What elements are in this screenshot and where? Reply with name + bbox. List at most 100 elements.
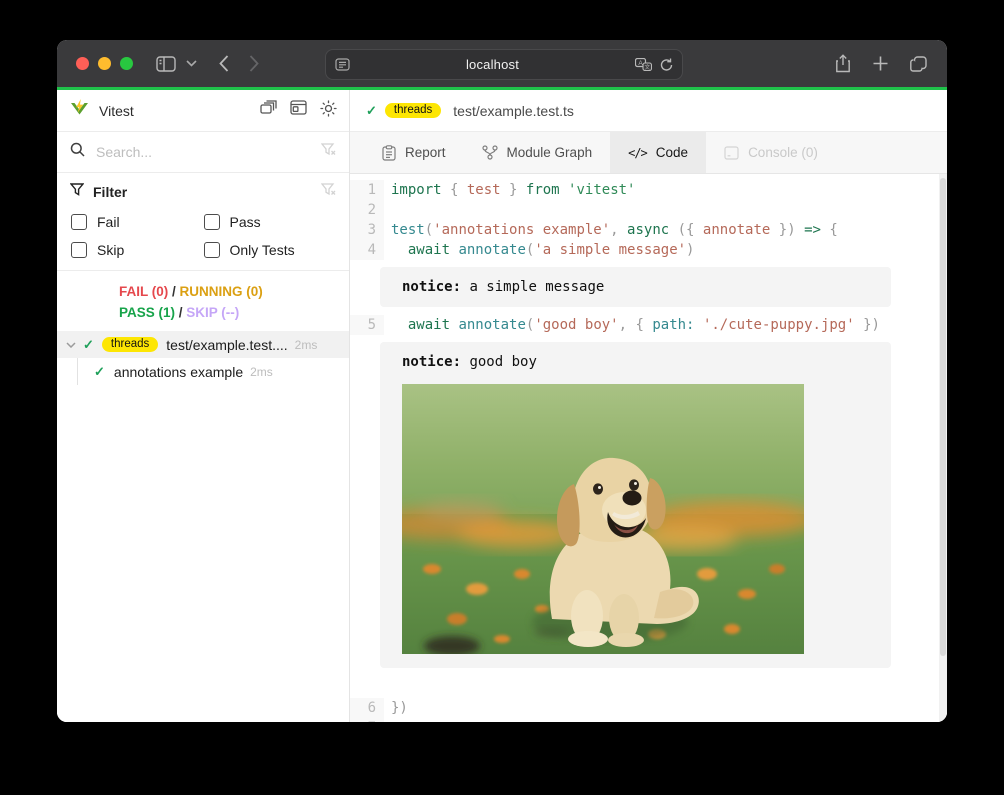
address-bar[interactable]: localhost A 文 [325, 49, 683, 80]
pool-badge: threads [385, 103, 441, 118]
line-number: 6 [350, 698, 384, 718]
pass-check-icon: ✓ [94, 364, 105, 380]
search-input[interactable]: Search... [96, 144, 321, 160]
zoom-window-button[interactable] [120, 57, 133, 70]
module-graph-icon [482, 145, 498, 160]
dashboard-icon[interactable] [290, 100, 307, 122]
test-case-row[interactable]: ✓ annotations example 2ms [57, 358, 349, 385]
line-number: 1 [350, 180, 384, 200]
code-line: 1import { test } from 'vitest' [350, 180, 939, 200]
pass-check-icon: ✓ [366, 103, 377, 119]
line-number: 5 [350, 315, 384, 335]
reload-icon[interactable] [660, 58, 673, 72]
tab-module-graph[interactable]: Module Graph [464, 132, 611, 173]
console-icon [724, 146, 739, 160]
chevron-down-icon[interactable] [186, 60, 197, 67]
checkbox-label: Only Tests [230, 242, 295, 258]
vitest-logo-icon [69, 98, 90, 123]
minimize-window-button[interactable] [98, 57, 111, 70]
pass-count: PASS (1) [119, 305, 175, 320]
page-settings-icon[interactable] [335, 58, 350, 71]
running-count: RUNNING (0) [180, 284, 263, 299]
back-button[interactable] [219, 55, 229, 72]
pool-badge: threads [102, 337, 158, 352]
code-line: 4 await annotate('a simple message') [350, 240, 939, 260]
tab-code[interactable]: </> Code [610, 132, 706, 173]
pass-check-icon: ✓ [83, 337, 94, 353]
code-line: 6}) [350, 698, 939, 718]
filter-checkbox-fail[interactable]: Fail [71, 214, 204, 230]
scrollbar-thumb[interactable] [940, 178, 946, 656]
test-file-duration: 2ms [295, 338, 318, 352]
clear-filter-icon[interactable] [321, 183, 336, 201]
sidebar: Vitest [57, 90, 350, 722]
share-icon[interactable] [835, 54, 851, 73]
line-number: 7 [350, 718, 384, 722]
checkbox-label: Pass [230, 214, 261, 230]
file-path: test/example.test.ts [453, 103, 574, 119]
test-case-duration: 2ms [250, 365, 273, 379]
tab-console[interactable]: Console (0) [706, 132, 836, 173]
annotation-notice: notice: a simple message [380, 267, 891, 307]
checkbox-label: Skip [97, 242, 124, 258]
tab-report[interactable]: Report [364, 132, 464, 173]
code-text: await annotate('good boy', { path: './cu… [384, 315, 880, 335]
test-file-row[interactable]: ✓ threads test/example.test.... 2ms [57, 331, 349, 358]
tab-overview-icon[interactable] [910, 56, 927, 72]
checkbox-icon[interactable] [71, 242, 87, 258]
checkbox-icon[interactable] [204, 242, 220, 258]
scrollbar-track[interactable] [939, 174, 947, 722]
sidebar-toggle-icon[interactable] [156, 56, 176, 72]
code-text: import { test } from 'vitest' [384, 180, 635, 200]
main-panel: ✓ threads test/example.test.ts Report [350, 90, 947, 722]
checkbox-icon[interactable] [71, 214, 87, 230]
line-number: 3 [350, 220, 384, 240]
code-icon: </> [628, 146, 647, 160]
translate-icon[interactable]: A 文 [635, 58, 652, 71]
code-line: 5 await annotate('good boy', { path: './… [350, 315, 939, 335]
line-number: 2 [350, 200, 384, 220]
funnel-icon [70, 183, 84, 201]
code-line: 7 [350, 718, 939, 722]
filter-checkbox-skip[interactable]: Skip [71, 242, 204, 258]
url-text: localhost [350, 57, 635, 72]
test-summary: FAIL (0) / RUNNING (0) PASS (1) / SKIP (… [57, 271, 349, 331]
code-text: await annotate('a simple message') [384, 240, 694, 260]
code-text: }) [384, 698, 408, 718]
search-bar[interactable]: Search... [57, 132, 349, 173]
report-icon [382, 145, 396, 161]
file-header: ✓ threads test/example.test.ts [350, 90, 947, 132]
traffic-lights [76, 57, 133, 70]
skip-count: SKIP (--) [186, 305, 239, 320]
clear-search-filter-icon[interactable] [321, 143, 336, 161]
puppy-image [402, 384, 804, 654]
code-text: test('annotations example', async ({ ann… [384, 220, 838, 240]
svg-text:文: 文 [644, 63, 650, 71]
checkbox-label: Fail [97, 214, 120, 230]
test-case-name: annotations example [114, 364, 243, 380]
code-line: 3test('annotations example', async ({ an… [350, 220, 939, 240]
indent-guide [77, 358, 78, 385]
app-title: Vitest [99, 103, 260, 119]
code-text [384, 200, 391, 220]
sun-icon[interactable] [320, 100, 337, 122]
code-editor[interactable]: 1import { test } from 'vitest'23test('an… [350, 174, 947, 722]
notice-text: notice: good boy [402, 353, 869, 371]
filter-section: Filter Fail Pass [57, 173, 349, 271]
close-window-button[interactable] [76, 57, 89, 70]
code-text [384, 718, 391, 722]
filter-checkbox-only-tests[interactable]: Only Tests [204, 242, 337, 258]
fail-count: FAIL (0) [119, 284, 168, 299]
panels-icon[interactable] [260, 100, 277, 122]
filter-title: Filter [93, 184, 321, 200]
browser-toolbar: localhost A 文 [57, 40, 947, 87]
code-line: 2 [350, 200, 939, 220]
search-icon [70, 142, 85, 162]
checkbox-icon[interactable] [204, 214, 220, 230]
expand-chevron-icon[interactable] [66, 339, 76, 351]
filter-checkbox-pass[interactable]: Pass [204, 214, 337, 230]
new-tab-icon[interactable] [873, 56, 888, 71]
forward-button[interactable] [249, 55, 259, 72]
test-file-name: test/example.test.... [166, 337, 287, 353]
line-number: 4 [350, 240, 384, 260]
